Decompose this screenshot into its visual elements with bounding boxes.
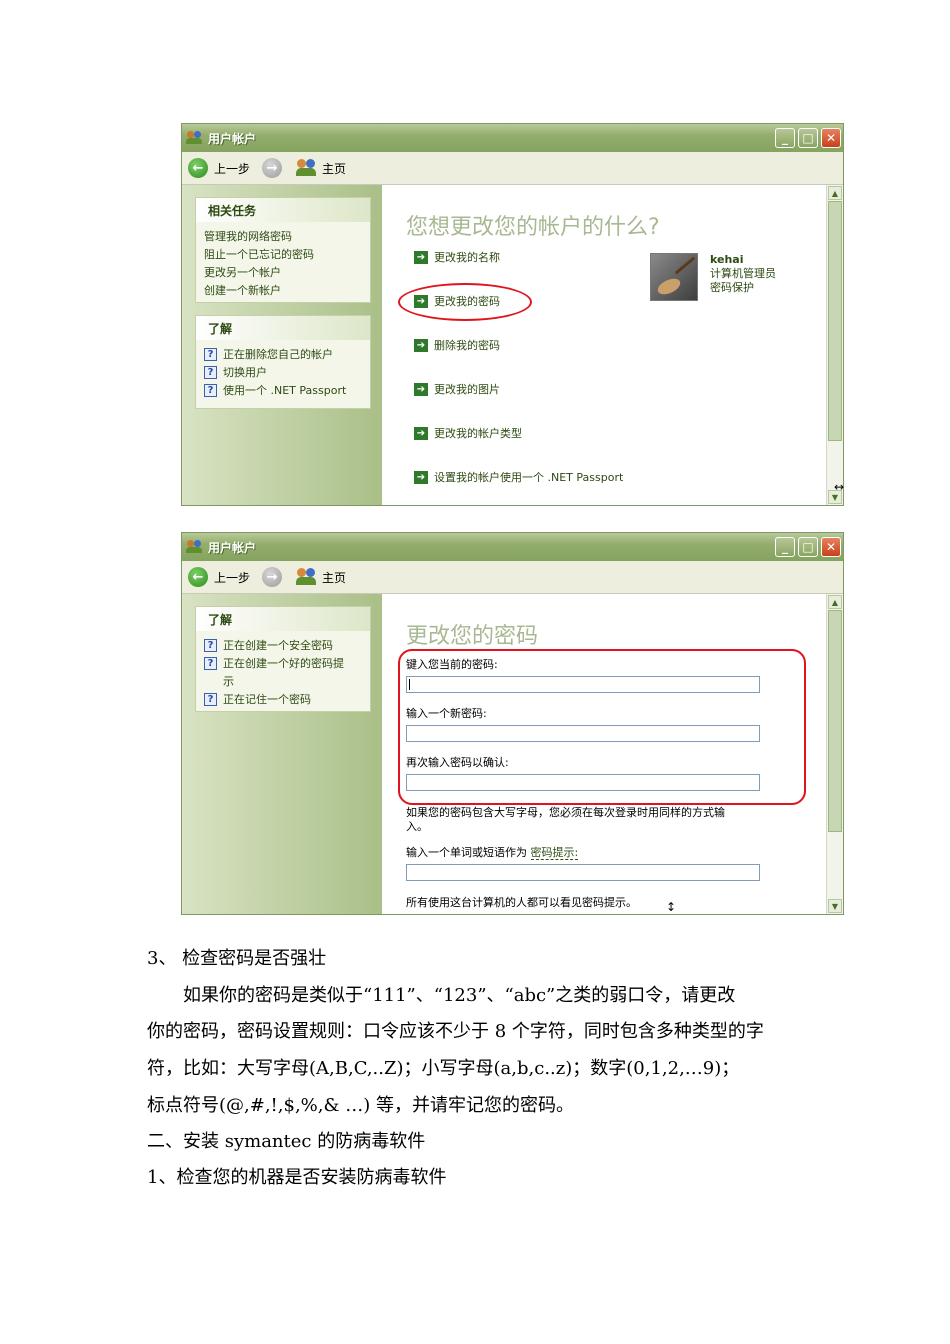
new-password-label: 输入一个新密码:: [406, 707, 487, 720]
list-item: 1、检查您的机器是否安装防病毒软件: [147, 1167, 447, 1188]
related-task-link[interactable]: 更改另一个帐户: [204, 264, 362, 282]
toolbar: ← 上一步 → 主页: [182, 561, 843, 594]
help-icon: ?: [204, 366, 217, 379]
related-tasks-panel: 相关任务 管理我的网络密码 阻止一个已忘记的密码 更改另一个帐户 创建一个新帐户: [195, 197, 371, 303]
new-password-input[interactable]: [406, 725, 760, 742]
forward-arrow-icon[interactable]: →: [262, 158, 283, 178]
page-title: 您想更改您的帐户的什么?: [406, 215, 660, 240]
mouse-cursor-icon: ↕: [666, 900, 677, 914]
password-hint-input[interactable]: [406, 864, 760, 881]
back-arrow-icon[interactable]: ←: [188, 158, 208, 178]
arrow-right-icon: ➔: [414, 338, 428, 352]
hint-label: 输入一个单词或短语作为 密码提示:: [406, 846, 579, 860]
learn-panel: 了解 ? 正在创建一个安全密码 ? 正在创建一个好的密码提示 ? 正在记住一个密码: [195, 606, 371, 712]
back-button[interactable]: 上一步: [214, 160, 250, 177]
main-content: 您想更改您的帐户的什么? ➔ 更改我的名称 ➔ 更改我的密码 ➔ 删除我的密码 ➔ 更改…: [382, 185, 827, 505]
case-note-line2: 入。: [406, 820, 428, 833]
paragraph-line: 符，比如：大写字母(A,B,C,..Z)；小写字母(a,b,c..z)；数字(0…: [147, 1058, 740, 1079]
toolbar: ← 上一步 → 主页: [182, 152, 843, 185]
confirm-password-input[interactable]: [406, 774, 760, 791]
scroll-up-icon[interactable]: ▲: [828, 595, 842, 609]
case-note-line1: 如果您的密码包含大写字母，您必须在每次登录时用同样的方式输: [406, 806, 725, 819]
confirm-password-label: 再次输入密码以确认:: [406, 756, 509, 769]
arrow-right-icon: ➔: [414, 250, 428, 264]
task-change-picture[interactable]: ➔ 更改我的图片: [414, 381, 500, 397]
arrow-right-icon: ➔: [414, 382, 428, 396]
current-password-input[interactable]: [406, 676, 760, 693]
arrow-right-icon: ➔: [414, 426, 428, 440]
paragraph-line: 标点符号(@,#,!,$,%,& …) 等，并请牢记您的密码。: [147, 1095, 574, 1116]
home-button[interactable]: 主页: [322, 569, 346, 586]
learn-link[interactable]: ? 正在创建一个安全密码: [204, 637, 362, 655]
arrow-right-icon: ➔: [414, 470, 428, 484]
task-remove-password[interactable]: ➔ 删除我的密码: [414, 337, 500, 353]
scroll-thumb[interactable]: [828, 201, 842, 441]
users-icon: [186, 131, 202, 145]
task-change-account-type[interactable]: ➔ 更改我的帐户类型: [414, 425, 522, 441]
window-title: 用户帐户: [208, 540, 257, 555]
help-icon: ?: [204, 384, 217, 397]
highlight-circle: [398, 283, 532, 321]
vertical-scrollbar[interactable]: ▲ ▼: [826, 594, 843, 914]
user-accounts-window-1: 用户帐户 _ □ ✕ ← 上一步 → 主页 相关任务 管理我的网络密码 阻止一个…: [181, 123, 844, 506]
related-tasks-header: 相关任务: [196, 198, 370, 222]
scroll-thumb[interactable]: [828, 610, 842, 832]
current-password-label: 键入您当前的密码:: [406, 658, 498, 671]
related-task-link[interactable]: 创建一个新帐户: [204, 282, 362, 300]
home-button[interactable]: 主页: [322, 160, 346, 177]
vertical-scrollbar[interactable]: ▲ ▼: [826, 185, 843, 505]
window-title: 用户帐户: [208, 131, 257, 146]
user-picture: [650, 253, 698, 301]
minimize-button[interactable]: _: [775, 537, 795, 557]
paragraph-line: 你的密码，密码设置规则：口令应该不少于 8 个字符，同时包含多种类型的字: [147, 1021, 764, 1042]
help-icon: ?: [204, 639, 217, 652]
user-role: 计算机管理员: [710, 267, 776, 280]
learn-link[interactable]: ? 正在记住一个密码: [204, 691, 362, 709]
help-icon: ?: [204, 348, 217, 361]
user-name: kehai: [710, 253, 744, 266]
sidebar: 相关任务 管理我的网络密码 阻止一个已忘记的密码 更改另一个帐户 创建一个新帐户…: [182, 185, 382, 505]
section-3-heading: 3、 检查密码是否强壮: [147, 948, 327, 969]
home-users-icon[interactable]: [296, 159, 317, 177]
guitar-icon: [655, 275, 683, 298]
learn-link[interactable]: ? 正在创建一个好的密码提示: [204, 655, 354, 691]
sidebar: 了解 ? 正在创建一个安全密码 ? 正在创建一个好的密码提示 ? 正在记住一个密码: [182, 594, 382, 914]
minimize-button[interactable]: _: [775, 128, 795, 148]
related-task-link[interactable]: 管理我的网络密码: [204, 228, 362, 246]
learn-header: 了解: [196, 607, 370, 631]
hint-note: 所有使用这台计算机的人都可以看见密码提示。: [406, 896, 637, 909]
user-info: kehai 计算机管理员 密码保护: [710, 253, 776, 295]
related-task-link[interactable]: 阻止一个已忘记的密码: [204, 246, 362, 264]
title-bar[interactable]: 用户帐户 _ □ ✕: [182, 533, 843, 561]
close-button[interactable]: ✕: [821, 537, 841, 557]
maximize-button[interactable]: □: [798, 128, 818, 148]
section-heading: 二、安装 symantec 的防病毒软件: [147, 1131, 426, 1152]
maximize-button[interactable]: □: [798, 537, 818, 557]
learn-link[interactable]: ? 使用一个 .NET Passport: [204, 382, 362, 400]
learn-link[interactable]: ? 切换用户: [204, 364, 362, 382]
back-arrow-icon[interactable]: ←: [188, 567, 208, 587]
learn-header: 了解: [196, 316, 370, 340]
scroll-up-icon[interactable]: ▲: [828, 186, 842, 200]
task-setup-passport[interactable]: ➔ 设置我的帐户使用一个 .NET Passport: [414, 469, 623, 485]
user-accounts-window-2: 用户帐户 _ □ ✕ ← 上一步 → 主页 了解 ? 正在创建一个安全密码 ? 正在…: [181, 532, 844, 915]
help-icon: ?: [204, 693, 217, 706]
learn-panel: 了解 ? 正在删除您自己的帐户 ? 切换用户 ? 使用一个 .NET Passport: [195, 315, 371, 409]
page-title: 更改您的密码: [406, 624, 539, 649]
back-button[interactable]: 上一步: [214, 569, 250, 586]
password-hint-link[interactable]: 密码提示:: [530, 846, 579, 860]
task-change-name[interactable]: ➔ 更改我的名称: [414, 249, 500, 265]
home-users-icon[interactable]: [296, 568, 317, 586]
paragraph-line: 如果你的密码是类似于“111”、“123”、“abc”之类的弱口令，请更改: [183, 985, 736, 1006]
users-icon: [186, 540, 202, 554]
help-icon: ?: [204, 657, 217, 670]
close-button[interactable]: ✕: [821, 128, 841, 148]
forward-arrow-icon[interactable]: →: [262, 567, 283, 587]
learn-link[interactable]: ? 正在删除您自己的帐户: [204, 346, 362, 364]
user-status: 密码保护: [710, 281, 754, 294]
mouse-cursor-icon: ↔: [834, 480, 845, 494]
scroll-down-icon[interactable]: ▼: [828, 899, 842, 913]
main-content: 更改您的密码 键入您当前的密码: 输入一个新密码: 再次输入密码以确认: 如果您…: [382, 594, 827, 914]
title-bar[interactable]: 用户帐户 _ □ ✕: [182, 124, 843, 152]
